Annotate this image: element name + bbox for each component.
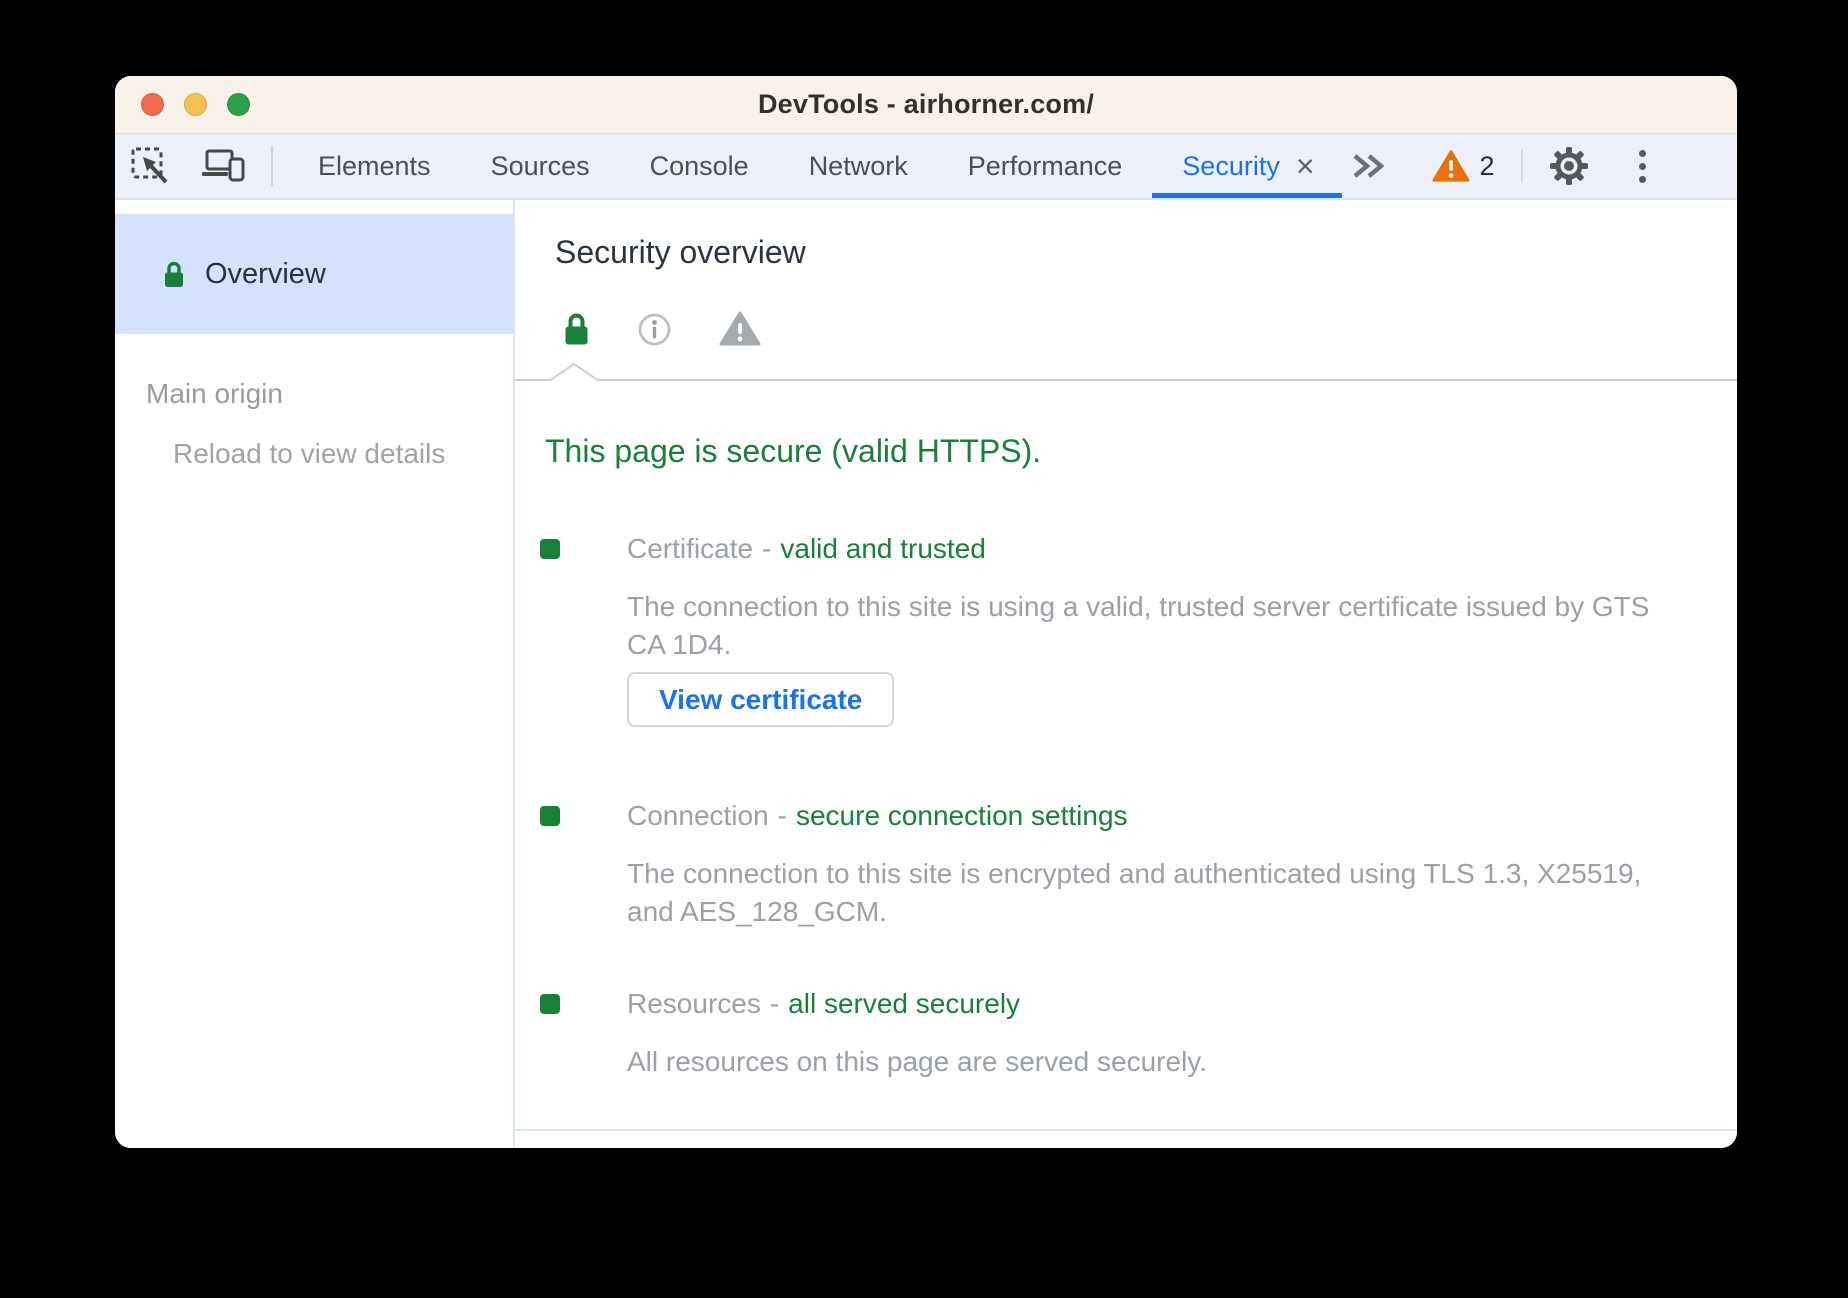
issues-count-label: 2 [1480, 151, 1495, 182]
connection-label: Connection [627, 800, 769, 831]
connection-status-link[interactable]: secure connection settings [796, 800, 1128, 831]
tab-performance[interactable]: Performance [938, 134, 1153, 198]
tab-sources[interactable]: Sources [461, 134, 620, 198]
secure-lock-icon [563, 311, 590, 347]
device-toolbar-icon [200, 148, 246, 184]
bottom-divider [515, 1129, 1737, 1131]
kebab-dot [1639, 163, 1646, 170]
secure-page-headline: This page is secure (valid HTTPS). [545, 433, 1697, 470]
certificate-description: The connection to this site is using a v… [627, 588, 1662, 664]
tab-security[interactable]: Security × [1152, 134, 1341, 198]
kebab-dot [1639, 176, 1646, 183]
reload-hint-label: Reload to view details [173, 438, 513, 470]
tab-network[interactable]: Network [779, 134, 938, 198]
selected-pointer-notch [549, 361, 599, 381]
connection-description: The connection to this site is encrypted… [627, 855, 1662, 931]
zoom-window-button[interactable] [227, 93, 250, 116]
dash-separator: - [762, 533, 771, 564]
security-overview-content: This page is secure (valid HTTPS). Certi… [515, 433, 1737, 1081]
window-titlebar: DevTools - airhorner.com/ [115, 76, 1737, 134]
certificate-title: Certificate-valid and trusted [627, 532, 1697, 566]
toolbar-divider-right [1521, 149, 1523, 183]
settings-button[interactable] [1549, 146, 1589, 186]
toolbar-divider [271, 146, 273, 186]
devtools-menu-button[interactable] [1635, 146, 1650, 187]
inspect-element-button[interactable] [130, 146, 172, 186]
chevrons-right-icon [1350, 152, 1386, 180]
overview-label: Overview [205, 258, 326, 291]
toggle-device-toolbar-button[interactable] [200, 148, 246, 184]
security-overview-panel: Security overview [515, 200, 1737, 1148]
kebab-dot [1639, 150, 1646, 157]
warning-triangle-icon [1432, 149, 1470, 183]
sidebar-item-main-origin[interactable]: Main origin [146, 378, 513, 410]
devtools-toolbar: Elements Sources Console Network Perform… [115, 134, 1737, 200]
secure-bullet-icon [540, 539, 560, 559]
tab-security-label: Security [1182, 151, 1280, 182]
secure-bullet-icon [540, 806, 560, 826]
close-window-button[interactable] [141, 93, 164, 116]
close-tab-icon[interactable]: × [1296, 150, 1315, 182]
certificate-label: Certificate [627, 533, 753, 564]
tab-console[interactable]: Console [620, 134, 779, 198]
view-certificate-button[interactable]: View certificate [627, 672, 894, 727]
connection-title: Connection-secure connection settings [627, 799, 1697, 833]
warning-triangle-gray-icon [719, 311, 761, 347]
issues-counter[interactable]: 2 [1432, 149, 1495, 183]
security-sidebar: Overview Main origin Reload to view deta… [115, 200, 515, 1148]
tab-pointer-divider [515, 379, 1737, 381]
dash-separator: - [778, 800, 787, 831]
traffic-lights [141, 76, 250, 133]
secure-bullet-icon [540, 994, 560, 1014]
minimize-window-button[interactable] [184, 93, 207, 116]
resources-label: Resources [627, 988, 761, 1019]
more-tabs-button[interactable] [1350, 152, 1386, 180]
security-state-icons [563, 311, 1737, 347]
resources-section: Resources-all served securely All resour… [540, 987, 1697, 1081]
resources-status-link[interactable]: all served securely [788, 988, 1020, 1019]
secure-lock-icon [163, 260, 185, 289]
certificate-section: Certificate-valid and trusted The connec… [540, 532, 1697, 727]
dash-separator: - [770, 988, 779, 1019]
tab-elements[interactable]: Elements [288, 134, 461, 198]
certificate-status-link[interactable]: valid and trusted [780, 533, 985, 564]
security-panel: Overview Main origin Reload to view deta… [115, 200, 1737, 1148]
info-circle-icon [637, 312, 672, 347]
inspect-icon [130, 146, 172, 186]
active-tab-underline [1152, 193, 1341, 198]
window-title: DevTools - airhorner.com/ [758, 89, 1094, 120]
screenshot-stage: DevTools - airhorner.com/ Elements [0, 0, 1848, 1298]
page-title: Security overview [555, 234, 1737, 271]
resources-title: Resources-all served securely [627, 987, 1697, 1021]
resources-description: All resources on this page are served se… [627, 1043, 1662, 1081]
devtools-window: DevTools - airhorner.com/ Elements [115, 76, 1737, 1148]
gear-icon [1549, 146, 1589, 186]
sidebar-item-overview[interactable]: Overview [115, 214, 513, 334]
connection-section: Connection-secure connection settings Th… [540, 799, 1697, 931]
